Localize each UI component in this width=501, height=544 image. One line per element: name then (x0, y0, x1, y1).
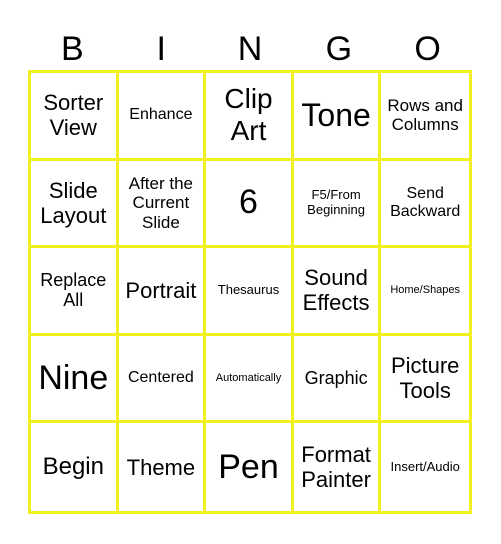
header-letter-g: G (325, 30, 353, 68)
bingo-cell[interactable]: F5/From Beginning (293, 160, 382, 249)
header-letter-n: N (237, 30, 263, 68)
bingo-cell[interactable]: Home/Shapes (381, 248, 469, 336)
bingo-cell[interactable]: Enhance (118, 73, 207, 161)
bingo-cell[interactable]: Graphic (293, 335, 382, 424)
header-letter-b: B (61, 30, 84, 68)
bingo-cell[interactable]: Insert/Audio (381, 423, 469, 511)
bingo-cell[interactable]: Begin (31, 423, 119, 511)
header-letter-o: O (414, 30, 441, 68)
bingo-cell[interactable]: Slide Layout (31, 160, 119, 249)
bingo-cell[interactable]: Thesaurus (206, 248, 294, 336)
bingo-cell[interactable]: Format Painter (294, 423, 382, 511)
bingo-cell[interactable]: Replace All (31, 248, 119, 336)
bingo-cell[interactable]: After the Current Slide (118, 160, 207, 249)
bingo-grid: Sorter View Enhance Clip Art Tone Rows a… (28, 70, 472, 514)
bingo-cell[interactable]: Send Backward (381, 161, 469, 249)
bingo-cell[interactable]: 6 (206, 160, 294, 249)
bingo-cell[interactable]: Portrait (118, 248, 207, 336)
bingo-cell[interactable]: Tone (293, 73, 382, 161)
bingo-cell[interactable]: Sorter View (31, 73, 119, 161)
bingo-cell[interactable]: Theme (119, 423, 207, 511)
bingo-cell[interactable]: Picture Tools (381, 336, 469, 424)
header-letter-i: I (156, 30, 166, 68)
bingo-cell[interactable]: Automatically (206, 335, 294, 424)
bingo-cell[interactable]: Nine (31, 335, 119, 424)
bingo-cell[interactable]: Centered (118, 335, 207, 424)
bingo-cell[interactable]: Clip Art (206, 73, 294, 161)
bingo-cell[interactable]: Sound Effects (293, 248, 382, 336)
bingo-cell[interactable]: Pen (206, 423, 294, 511)
bingo-header: B I N G O (28, 28, 472, 70)
bingo-cell[interactable]: Rows and Columns (381, 73, 469, 161)
